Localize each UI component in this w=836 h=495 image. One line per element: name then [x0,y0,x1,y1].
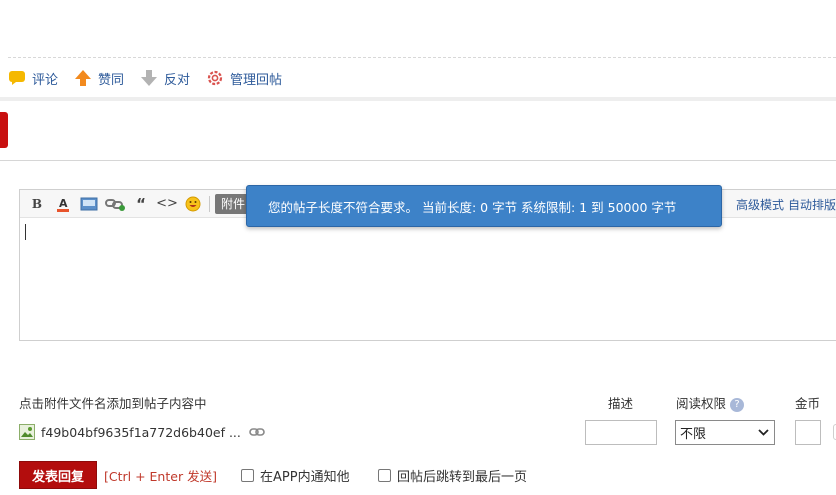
thumb-up-arrow-icon [75,70,92,86]
image-icon [80,197,98,210]
text-caret [25,224,26,240]
manage-reply-action[interactable]: 管理回帖 [206,69,282,88]
attachment-file-name[interactable]: f49b04bf9635f1a772d6b40ef ... [41,425,241,440]
submit-reply-button[interactable]: 发表回复 [19,461,97,489]
section-divider-thin [0,160,836,161]
attachment-description-input[interactable] [585,420,657,445]
read-permission-value: 不限 [680,427,707,442]
bold-button[interactable]: B [24,193,50,215]
cut-off-red-button[interactable] [0,112,8,148]
attachment-hint: 点击附件文件名添加到帖子内容中 [19,396,207,411]
gear-icon [207,70,223,86]
arrow-down-icon [141,70,158,86]
comment-action[interactable]: 评论 [8,69,58,88]
quote-icon: “ [136,194,146,213]
coin-price-input[interactable] [795,420,821,445]
coins-column-header: 金币 [795,396,821,411]
link-icon [105,198,125,211]
manage-reply-label: 管理回帖 [230,72,283,88]
notify-in-app-label: 在APP内通知他 [260,470,350,485]
code-icon: <> [156,196,178,211]
attachment-row: f49b04bf9635f1a772d6b40ef ... [19,422,265,442]
jump-to-last-page-checkbox[interactable]: 回帖后跳转到最后一页 [378,466,527,485]
svg-text:A: A [59,197,68,210]
auto-format-link[interactable]: 自动排版 [788,196,836,213]
editor-mode-links: 高级模式 自动排版 [732,190,836,218]
agree-label: 赞同 [98,72,125,88]
font-color-button[interactable]: A [50,193,76,215]
length-error-message: 您的帖子长度不符合要求。 当前长度: 0 字节 系统限制: 1 到 50000 … [268,199,677,215]
comment-label: 评论 [32,72,59,88]
emoji-button[interactable] [180,193,206,215]
permission-header-label: 阅读权限 [676,396,727,411]
section-divider [0,97,836,101]
comment-icon [9,71,25,85]
link-icon[interactable] [249,427,265,437]
agree-action[interactable]: 赞同 [74,69,124,88]
jump-to-last-page-label: 回帖后跳转到最后一页 [397,470,528,485]
notify-in-app-checkbox[interactable]: 在APP内通知他 [241,466,350,485]
quote-button[interactable]: “ [128,193,154,215]
insert-link-button[interactable] [102,193,128,215]
permission-column-header: 阅读权限? [676,393,745,412]
submit-shortcut-hint: [Ctrl + Enter 发送] [104,469,217,484]
help-icon[interactable]: ? [730,397,745,412]
post-actions-bar: 评论 赞同 反对 管理回帖 [8,66,298,90]
bold-icon: B [31,196,43,211]
checkbox-box[interactable] [378,469,391,482]
oppose-action[interactable]: 反对 [140,69,190,88]
advanced-mode-link[interactable]: 高级模式 [736,196,784,213]
font-color-icon: A [57,197,69,212]
length-error-tooltip: 您的帖子长度不符合要求。 当前长度: 0 字节 系统限制: 1 到 50000 … [246,185,722,227]
code-button[interactable]: <> [154,193,180,215]
smiley-icon [185,196,201,211]
insert-image-button[interactable] [76,193,102,215]
image-file-icon [19,424,35,440]
chevron-down-icon [758,429,769,436]
description-column-header: 描述 [608,396,634,411]
toolbar-divider [209,195,210,212]
oppose-label: 反对 [164,72,191,88]
checkbox-box[interactable] [241,469,254,482]
dashed-divider [8,57,836,58]
read-permission-select[interactable]: 不限 [675,420,775,445]
